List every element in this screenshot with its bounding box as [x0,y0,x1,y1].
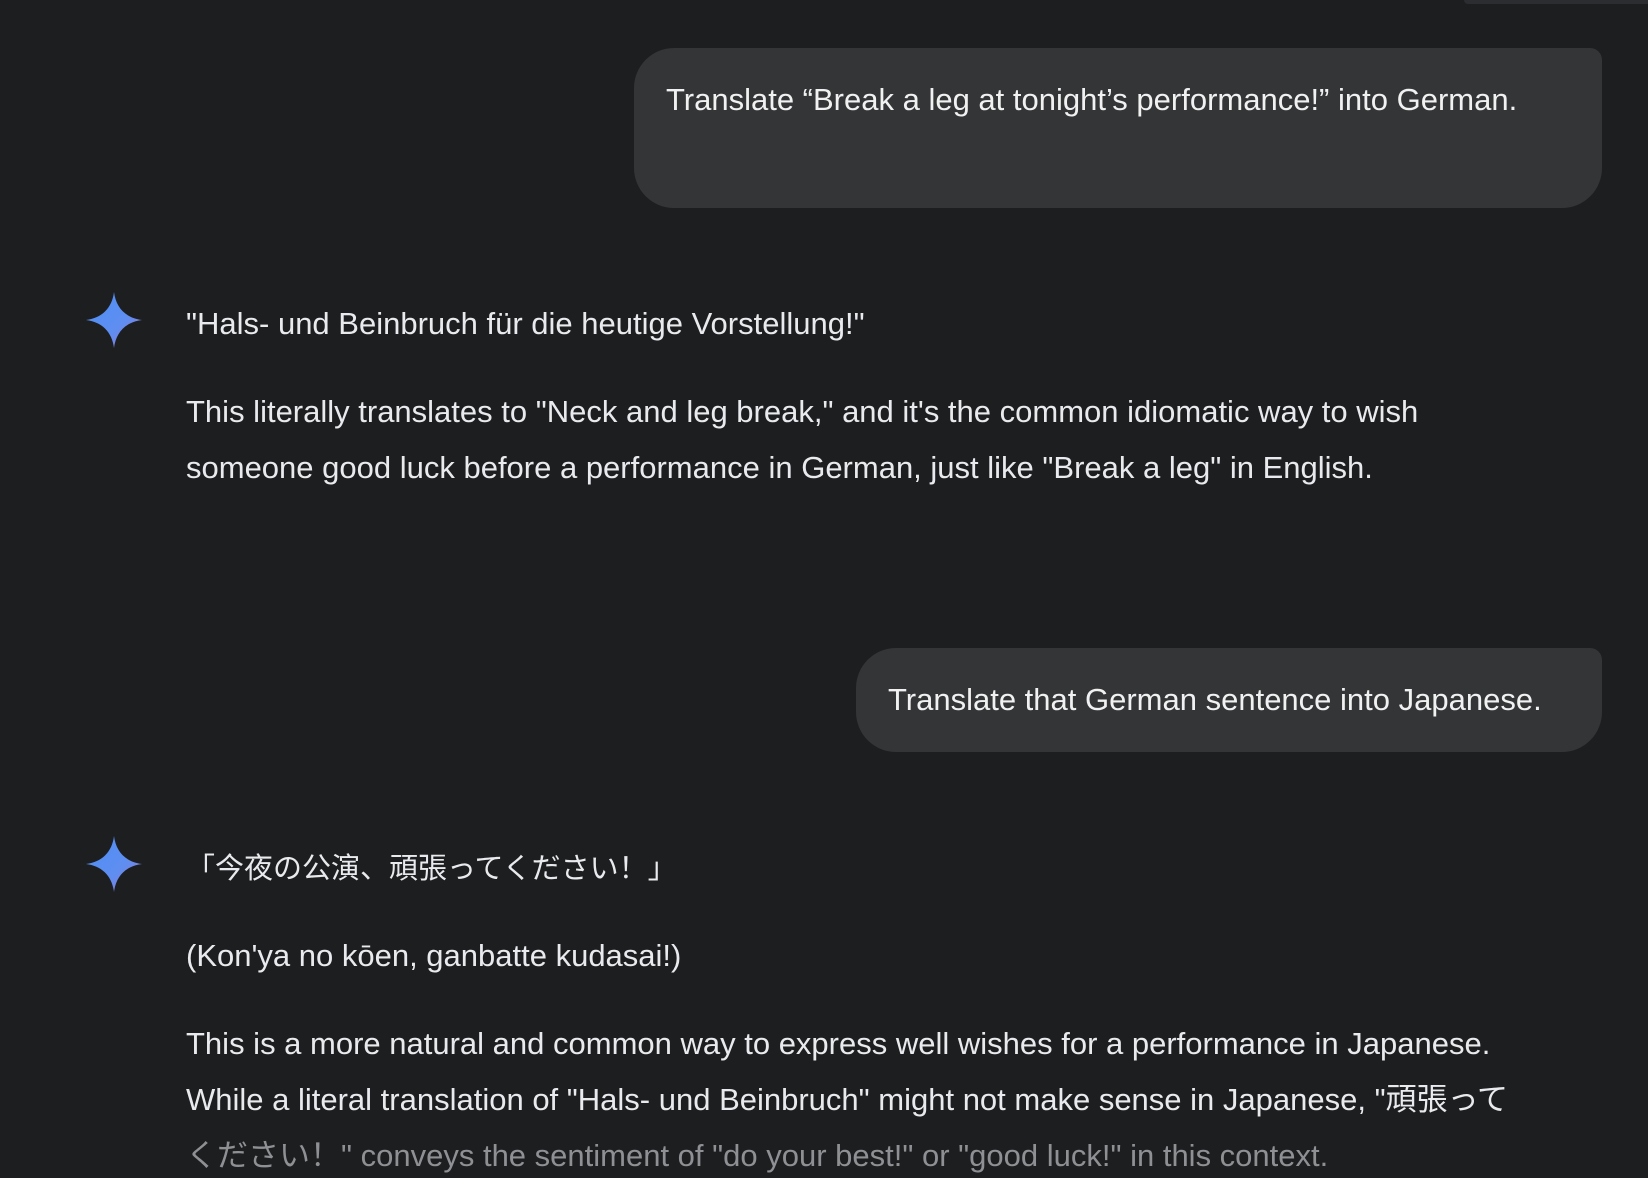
response-body-line: This is a more natural and common way to… [186,1026,1491,1061]
response-body-line: While a literal translation of "Hals- un… [186,1082,1509,1117]
gemini-sparkle-icon [86,292,142,348]
user-message-1: Translate “Break a leg at tonight’s perf… [634,48,1602,208]
model-response-2: 「今夜の公演、頑張ってください！」 (Kon'ya no kōen, ganba… [186,840,1586,1178]
response-romanization: (Kon'ya no kōen, ganbatte kudasai!) [186,938,682,973]
top-edge-element [1464,0,1648,4]
user-message-2: Translate that German sentence into Japa… [856,648,1602,752]
response-quote: 「今夜の公演、頑張ってください！」 [186,851,677,885]
user-message-text: Translate that German sentence into Japa… [888,682,1542,717]
user-message-text: Translate “Break a leg at tonight’s perf… [666,82,1518,117]
model-response-1: "Hals- und Beinbruch für die heutige Vor… [186,296,1586,496]
response-body-line-faded: ください！" conveys the sentiment of "do your… [186,1138,1329,1173]
gemini-sparkle-icon [86,836,142,892]
response-body: This literally translates to "Neck and l… [186,394,1419,485]
response-quote: "Hals- und Beinbruch für die heutige Vor… [186,306,865,341]
